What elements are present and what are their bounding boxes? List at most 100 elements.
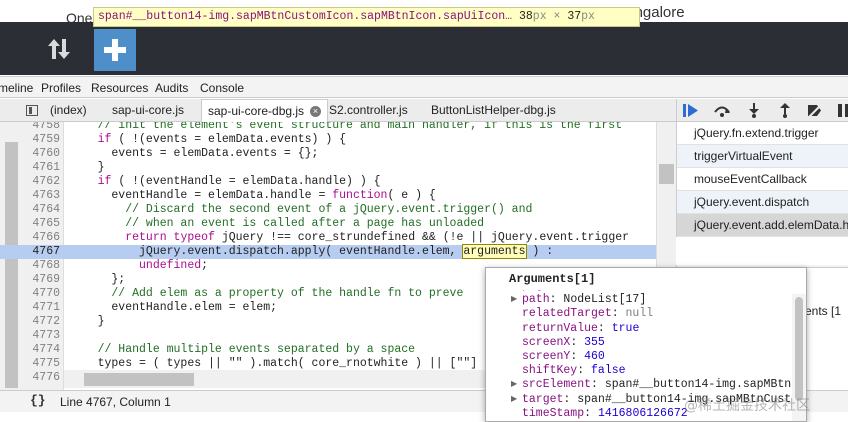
- debugger-toolbar: [676, 99, 848, 122]
- property-row: returnValue: true: [486, 322, 791, 336]
- property-value: null: [625, 307, 654, 321]
- line-number[interactable]: 4772: [22, 315, 60, 329]
- devtools-tabbar: meline Profiles Resources Audits Console: [0, 76, 848, 98]
- code-text: }: [70, 315, 105, 328]
- line-number[interactable]: 4773: [22, 329, 60, 343]
- code-text: };: [70, 273, 126, 286]
- toggle-navigator-icon[interactable]: [26, 105, 38, 116]
- line-number[interactable]: 4760: [22, 147, 60, 161]
- code-text: // Discard the second event of a jQuery.…: [70, 203, 533, 216]
- expand-triangle-icon[interactable]: ▶: [511, 393, 517, 407]
- pretty-print-button[interactable]: {}: [30, 393, 46, 408]
- code-line[interactable]: 4762 if ( !(eventHandle = elemData.handl…: [0, 175, 676, 189]
- property-value: 355: [584, 335, 605, 349]
- property-entry: srcElement: span#__button14-img.sapMBtnC: [522, 378, 791, 392]
- property-name: shiftKey: [522, 364, 578, 378]
- expand-triangle-icon[interactable]: ▶: [511, 378, 517, 392]
- code-text: types = ( types || "" ).match( core_rnot…: [70, 357, 478, 370]
- call-frame[interactable]: jQuery.fn.extend.trigger: [677, 122, 848, 145]
- breakpoints-icon: [808, 103, 823, 118]
- line-number[interactable]: 4774: [22, 343, 60, 357]
- property-name: relatedTarget: [522, 307, 612, 321]
- property-value: true: [611, 321, 640, 335]
- line-number[interactable]: 4775: [22, 357, 60, 371]
- tooltip-width-value: 38: [518, 10, 533, 23]
- code-text: }: [70, 161, 105, 174]
- property-entry: screenY: 460: [522, 349, 605, 363]
- call-frame[interactable]: mouseEventCallback: [677, 168, 848, 191]
- cursor-position: Line 4767, Column 1: [60, 395, 171, 409]
- line-number[interactable]: 4764: [22, 203, 60, 217]
- line-number[interactable]: 4763: [22, 189, 60, 203]
- property-value: 460: [584, 349, 605, 363]
- file-tab-index[interactable]: (index): [44, 99, 93, 122]
- code-text: // init the element's event structure an…: [70, 122, 623, 132]
- file-tab-label: sap-ui-core-dbg.js: [208, 104, 305, 118]
- hovered-arguments-token[interactable]: arguments: [462, 244, 527, 259]
- property-row[interactable]: ▶ path: NodeList[17]: [486, 293, 791, 307]
- file-tab-sap-ui-core-dbg[interactable]: sap-ui-core-dbg.js ×: [201, 99, 329, 122]
- property-name: returnValue: [522, 321, 598, 335]
- property-value: NodeList[17]: [563, 293, 647, 307]
- step-into-button[interactable]: [744, 102, 764, 119]
- property-entry: relatedTarget: null: [522, 307, 654, 321]
- call-frame[interactable]: triggerVirtualEvent: [677, 145, 848, 168]
- property-name: target: [522, 392, 564, 406]
- code-line[interactable]: 4758 // init the element's event structu…: [0, 122, 676, 133]
- editor-hscroll-thumb[interactable]: [84, 373, 194, 386]
- tab-audits[interactable]: Audits: [155, 81, 188, 95]
- pause-on-exceptions-button[interactable]: [833, 102, 848, 119]
- tab-timeline[interactable]: meline: [0, 81, 33, 95]
- tab-resources[interactable]: Resources: [91, 81, 148, 95]
- code-line[interactable]: 4765 // when an event is called after a …: [0, 217, 676, 231]
- call-frame[interactable]: jQuery.event.dispatch: [677, 191, 848, 214]
- plus-icon: [104, 39, 126, 61]
- line-number[interactable]: 4761: [22, 161, 60, 175]
- step-over-button[interactable]: [712, 102, 732, 119]
- code-line[interactable]: 4764 // Discard the second event of a jQ…: [0, 203, 676, 217]
- expand-triangle-icon[interactable]: ▶: [511, 293, 517, 307]
- editor-scroll-thumb[interactable]: [659, 164, 674, 184]
- file-tab-buttonlisthelper[interactable]: ButtonListHelper-dbg.js: [425, 99, 562, 122]
- code-line[interactable]: 4761 }: [0, 161, 676, 175]
- popover-scroll-thumb[interactable]: [795, 297, 803, 401]
- code-line[interactable]: 4760 events = elemData.events = {};: [0, 147, 676, 161]
- line-number[interactable]: 4768: [22, 259, 60, 273]
- property-row: screenY: 460: [486, 350, 791, 364]
- resume-icon: [683, 104, 698, 117]
- property-entry: returnValue: true: [522, 321, 640, 335]
- tab-console[interactable]: Console: [200, 81, 244, 95]
- scope-partial-text: ents [1: [805, 304, 842, 318]
- call-frame-selected[interactable]: jQuery.event.add.elemData.ha: [677, 214, 848, 237]
- deactivate-breakpoints-button[interactable]: [805, 102, 825, 119]
- code-text: events = elemData.events = {};: [70, 147, 319, 160]
- property-entry: shiftKey: false: [522, 364, 626, 378]
- code-line[interactable]: 4766 return typeof jQuery !== core_strun…: [0, 231, 676, 245]
- property-row[interactable]: ▶ srcElement: span#__button14-img.sapMBtn…: [486, 378, 791, 392]
- code-line[interactable]: 4763 eventHandle = elemData.handle = fun…: [0, 189, 676, 203]
- line-number[interactable]: 4759: [22, 133, 60, 147]
- tab-profiles[interactable]: Profiles: [41, 81, 81, 95]
- add-button[interactable]: [94, 29, 136, 71]
- code-text: if ( !(events = elemData.events) ) {: [97, 133, 347, 146]
- file-tab-s2-controller[interactable]: S2.controller.js: [323, 99, 414, 122]
- code-line[interactable]: 4759 if ( !(events = elemData.events) ) …: [0, 133, 676, 147]
- line-number[interactable]: 4771: [22, 301, 60, 315]
- line-number[interactable]: 4770: [22, 287, 60, 301]
- line-number[interactable]: 4769: [22, 273, 60, 287]
- sort-button[interactable]: [42, 33, 76, 65]
- line-number[interactable]: 4776: [22, 371, 60, 385]
- line-number[interactable]: 4762: [22, 175, 60, 189]
- line-number[interactable]: 4758: [22, 122, 60, 133]
- code-text: if ( !(eventHandle = elemData.handle) ) …: [97, 175, 381, 188]
- resume-button[interactable]: [681, 102, 701, 119]
- code-text: // when an event is called after a page …: [70, 217, 485, 230]
- close-icon[interactable]: ×: [310, 106, 322, 118]
- line-number[interactable]: 4766: [22, 231, 60, 245]
- step-out-button[interactable]: [775, 102, 795, 119]
- step-out-icon: [780, 103, 790, 118]
- code-line[interactable]: 4767 jQuery.event.dispatch.apply( eventH…: [0, 244, 676, 259]
- file-tab-sap-ui-core[interactable]: sap-ui-core.js: [106, 99, 190, 122]
- line-number[interactable]: 4767: [22, 245, 60, 259]
- line-number[interactable]: 4765: [22, 217, 60, 231]
